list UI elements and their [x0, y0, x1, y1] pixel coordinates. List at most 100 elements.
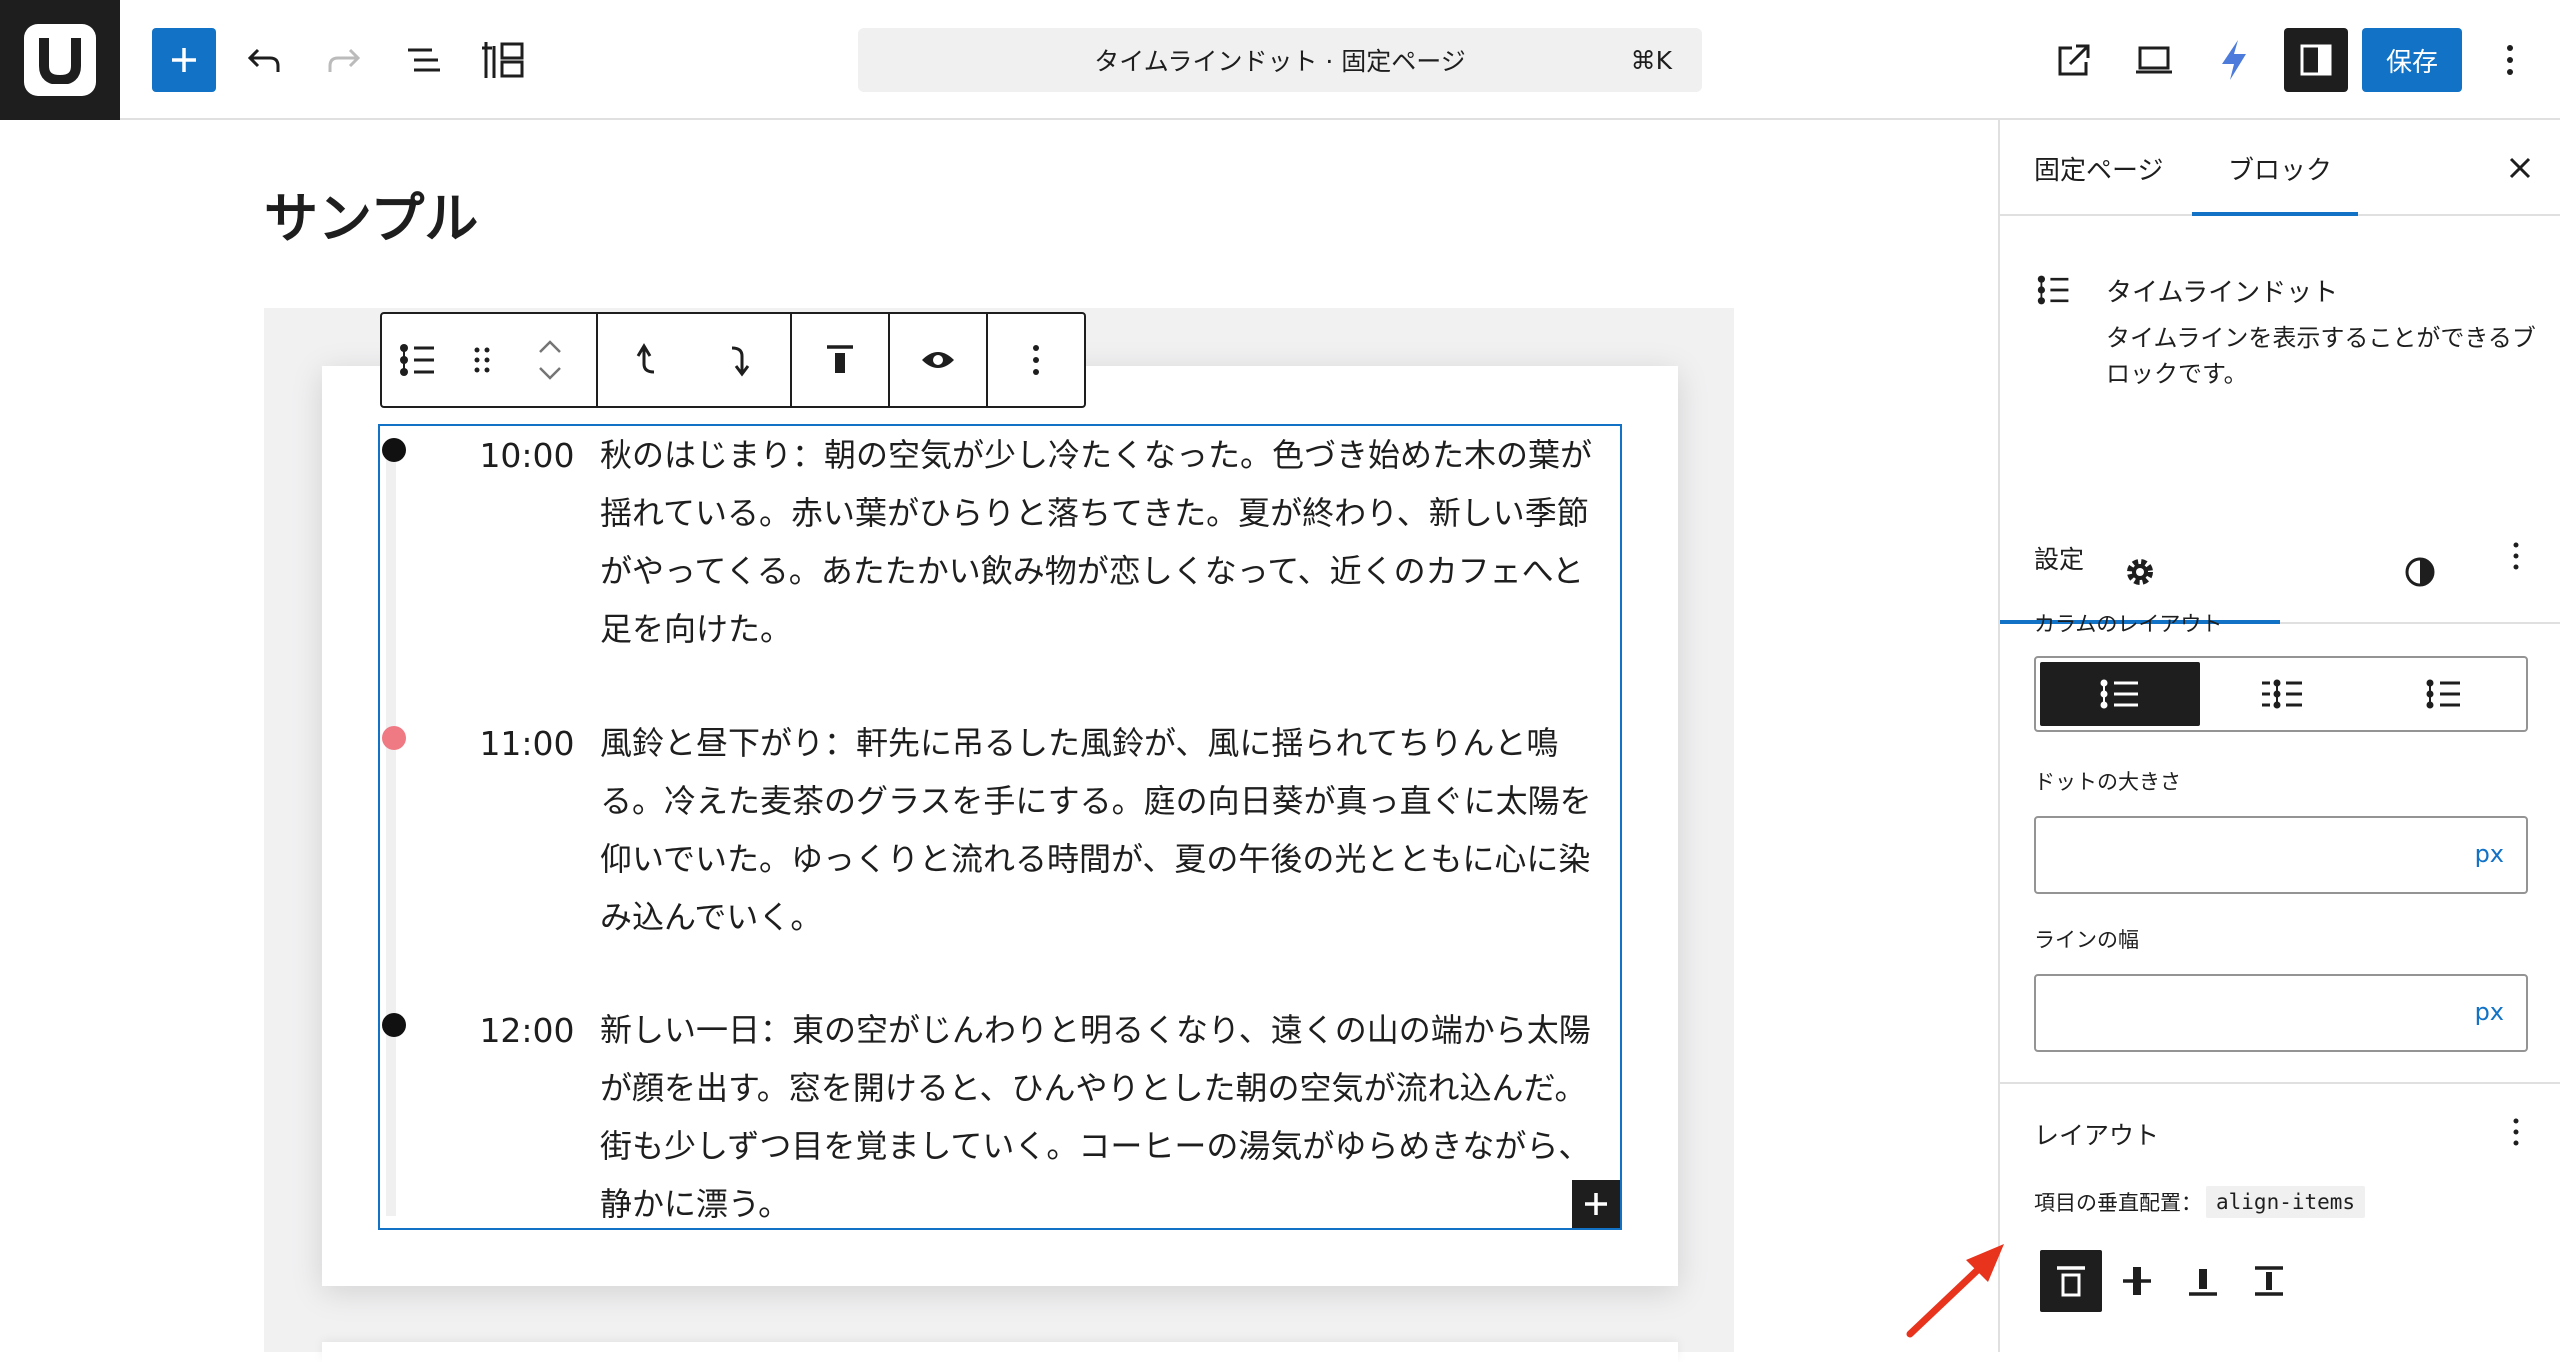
layout-panel-options-button[interactable]	[2504, 1112, 2528, 1152]
layout-option-left[interactable]	[2040, 662, 2200, 726]
align-top-button[interactable]	[2040, 1250, 2102, 1312]
close-sidebar-button[interactable]	[2502, 150, 2538, 186]
command-palette-button[interactable]: タイムラインドット · 固定ページ ⌘K	[858, 28, 1702, 92]
timeline-time: 12:00	[479, 1011, 575, 1050]
options-menu-button[interactable]	[2478, 28, 2542, 92]
vertical-align-label: 項目の垂直配置：	[2034, 1191, 2202, 1215]
tab-block[interactable]: ブロック	[2228, 150, 2332, 187]
timeline-time: 10:00	[479, 436, 575, 475]
block-options-button[interactable]	[988, 314, 1084, 406]
panel-divider	[2000, 1082, 2560, 1084]
vertical-align-code: align-items	[2206, 1186, 2366, 1218]
visibility-button[interactable]	[890, 314, 986, 406]
more-vertical-icon	[2513, 1118, 2519, 1146]
document-title: タイムラインドット · 固定ページ	[1094, 47, 1466, 76]
chevron-up-icon[interactable]	[538, 340, 562, 354]
document-overview-button[interactable]	[392, 28, 456, 92]
performance-button[interactable]	[2202, 28, 2266, 92]
align-bottom-icon	[2189, 1269, 2217, 1296]
timeline-compact-icon	[2426, 679, 2460, 709]
align-top-icon	[2057, 1266, 2085, 1297]
align-stretch-icon	[2255, 1266, 2283, 1296]
block-toolbar-group-parent	[382, 314, 598, 406]
timeline-dot	[382, 1013, 406, 1037]
site-logo-icon	[24, 24, 96, 96]
save-button[interactable]: 保存	[2362, 28, 2462, 92]
timeline-block-icon	[400, 344, 434, 376]
align-center-button[interactable]	[2106, 1250, 2168, 1312]
block-toolbar-group-align	[792, 314, 890, 406]
move-block-controls	[510, 314, 590, 406]
column-layout-label: カラムのレイアウト	[2034, 612, 2223, 636]
shortcut-hint: ⌘K	[1630, 45, 1672, 75]
external-link-icon	[2058, 44, 2090, 76]
redo-icon	[328, 48, 361, 72]
vertical-align-field: 項目の垂直配置： align-items	[2034, 1186, 2366, 1218]
post-title[interactable]: サンプル	[264, 174, 478, 253]
patterns-icon	[482, 42, 524, 78]
timeline-dot-block[interactable]: 10:00 秋のはじまり：朝の空気が少し冷たくなった。色づき始めた木の葉が揺れて…	[378, 424, 1622, 1230]
dot-size-unit[interactable]: px	[2475, 840, 2504, 868]
line-width-input[interactable]: px	[2034, 974, 2528, 1052]
line-width-label: ラインの幅	[2034, 928, 2139, 952]
list-view-icon	[408, 48, 440, 72]
editor-canvas: サンプル 10:00 秋のはじまり：朝の空気が少し冷たくなった。色づき始めた木の…	[0, 120, 1998, 1362]
gear-icon	[2127, 559, 2153, 585]
preview-device-button[interactable]	[2122, 28, 2186, 92]
timeline-line	[386, 446, 396, 1216]
lightning-icon	[2222, 40, 2246, 80]
move-up-button[interactable]	[598, 314, 694, 406]
redo-button[interactable]	[312, 28, 376, 92]
drag-handle-icon	[474, 347, 490, 373]
dot-size-input[interactable]: px	[2034, 816, 2528, 894]
layout-option-center[interactable]	[2202, 662, 2362, 726]
contrast-icon	[2405, 557, 2435, 587]
sidebar-tabs: 固定ページ ブロック	[2000, 120, 2560, 216]
layout-option-no-time[interactable]	[2364, 662, 2524, 726]
undo-button[interactable]	[232, 28, 296, 92]
block-card-description: タイムラインを表示することができるブロックです。	[2106, 324, 2536, 388]
layout-panel-title[interactable]: レイアウト	[2034, 1116, 2159, 1152]
add-timeline-item-button[interactable]	[1572, 1180, 1620, 1228]
timeline-text[interactable]: 新しい一日：東の空がじんわりと明るくなり、遠くの山の端から太陽が顔を出す。窓を開…	[600, 1001, 1606, 1233]
align-bottom-button[interactable]	[2172, 1250, 2234, 1312]
timeline-text[interactable]: 秋のはじまり：朝の空気が少し冷たくなった。色づき始めた木の葉が揺れている。赤い葉…	[600, 426, 1606, 658]
timeline-text[interactable]: 風鈴と昼下がり：軒先に吊るした風鈴が、風に揺られてちりんと鳴る。冷えた麦茶のグラ…	[600, 714, 1606, 946]
block-card: タイムラインドット タイムラインを表示することができるブロックです。	[2000, 216, 2560, 500]
editor-top-toolbar: タイムラインドット · 固定ページ ⌘K 保存	[0, 0, 2560, 120]
vertical-align-options	[2040, 1250, 2300, 1312]
plus-icon	[172, 48, 196, 72]
annotation-arrow-icon	[1906, 1244, 2004, 1338]
more-vertical-icon	[2507, 45, 2513, 75]
timeline-left-icon	[2100, 679, 2138, 709]
dot-size-label: ドットの大きさ	[2034, 770, 2181, 794]
settings-panel-title[interactable]: 設定	[2034, 540, 2084, 576]
tab-page[interactable]: 固定ページ	[2034, 150, 2163, 187]
vertical-align-button[interactable]	[792, 314, 888, 406]
timeline-dot	[382, 438, 406, 462]
drag-handle[interactable]	[454, 314, 510, 406]
undo-icon	[247, 48, 280, 72]
line-width-unit[interactable]: px	[2475, 998, 2504, 1026]
timeline-dot	[382, 726, 406, 750]
block-patterns-button[interactable]	[472, 28, 536, 92]
chevron-down-icon[interactable]	[538, 366, 562, 380]
timeline-block-icon	[2036, 272, 2072, 308]
desktop-icon	[2136, 46, 2172, 74]
block-toolbar-group-options	[988, 314, 1084, 406]
block-type-button[interactable]	[382, 314, 454, 406]
next-content-card	[322, 1342, 1678, 1362]
arrow-down-turn-icon	[731, 346, 750, 377]
block-toolbar-group-visibility	[890, 314, 988, 406]
settings-sidebar-toggle[interactable]	[2284, 28, 2348, 92]
move-down-button[interactable]	[694, 314, 790, 406]
settings-panel-options-button[interactable]	[2504, 536, 2528, 576]
add-block-button[interactable]	[152, 28, 216, 92]
site-logo-button[interactable]	[0, 0, 120, 120]
more-vertical-icon	[2513, 542, 2519, 570]
align-top-icon	[827, 345, 853, 373]
align-stretch-button[interactable]	[2238, 1250, 2300, 1312]
view-page-button[interactable]	[2042, 28, 2106, 92]
plus-icon	[1585, 1193, 1607, 1215]
align-center-icon	[2123, 1267, 2151, 1295]
